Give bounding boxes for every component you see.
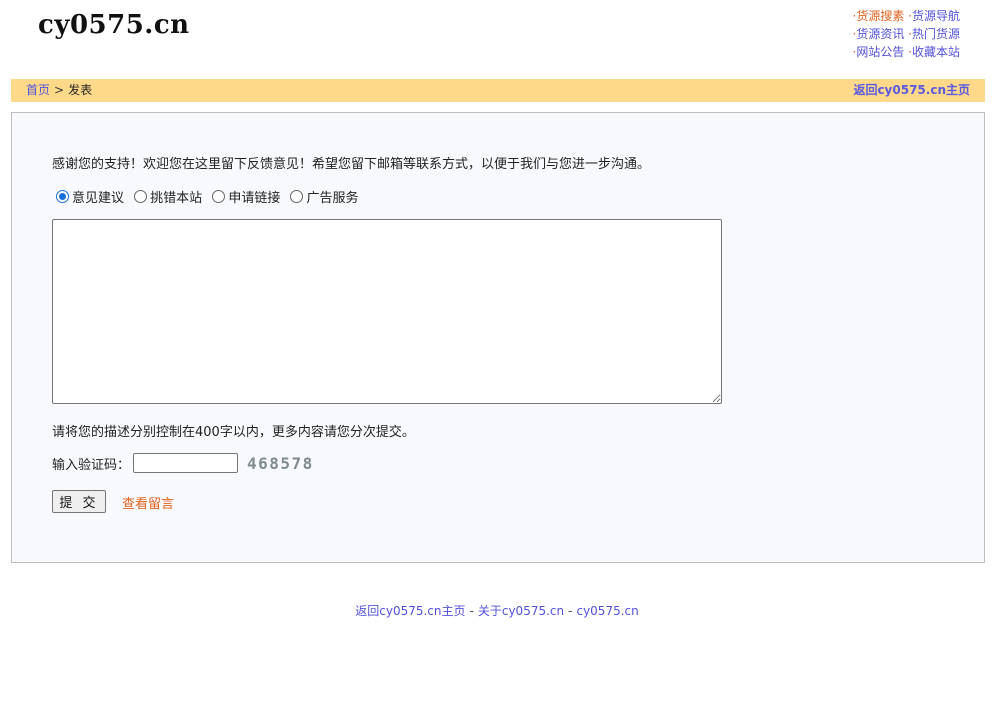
footer-link-about[interactable]: 关于cy0575.cn [478, 604, 564, 618]
submit-button[interactable]: 提 交 [52, 490, 106, 513]
radio-label: 意见建议 [72, 191, 125, 206]
length-note: 请将您的描述分别控制在400字以内，更多内容请您分次提交。 [52, 425, 415, 440]
footer-separator: - [568, 604, 573, 618]
footer-link-site[interactable]: cy0575.cn [576, 604, 638, 618]
header: cy0575.cn ·货源搜素 ·货源导航 ·货源资讯 ·热门货源 ·网站公告 … [0, 0, 994, 78]
link-hot-goods[interactable]: 热门货源 [912, 27, 960, 41]
link-goods-news[interactable]: 货源资讯 [856, 27, 904, 41]
top-links-row: ·货源资讯 ·热门货源 [852, 27, 960, 41]
radio-button-checked[interactable] [56, 190, 69, 203]
top-links-row: ·货源搜素 ·货源导航 [852, 9, 960, 23]
footer: 返回cy0575.cn主页 - 关于cy0575.cn - cy0575.cn [0, 602, 994, 619]
radio-label: 广告服务 [306, 191, 359, 206]
breadcrumb-separator: > [54, 83, 65, 97]
breadcrumb-current: 发表 [68, 83, 93, 97]
captcha-label: 输入验证码： [52, 457, 131, 473]
footer-link-home[interactable]: 返回cy0575.cn主页 [355, 604, 465, 618]
radio-button[interactable] [134, 190, 148, 203]
captcha-row: 输入验证码： 468578 [52, 453, 314, 473]
link-bookmark-site[interactable]: 收藏本站 [912, 45, 960, 59]
view-messages-link[interactable]: 查看留言 [122, 493, 174, 512]
link-search-goods[interactable]: 货源搜素 [856, 9, 904, 23]
breadcrumb: 首页 > 发表 [26, 79, 92, 102]
radio-button[interactable] [212, 190, 226, 203]
radio-button[interactable] [290, 190, 304, 203]
radio-option-apply-link[interactable]: 申请链接 [212, 187, 280, 206]
site-logo[interactable]: cy0575.cn [38, 10, 190, 40]
intro-text: 感谢您的支持！欢迎您在这里留下反馈意见！希望您留下邮箱等联系方式，以便于我们与您… [52, 157, 651, 172]
captcha-image[interactable]: 468578 [247, 454, 314, 473]
message-textarea[interactable] [52, 219, 722, 404]
top-links: ·货源搜素 ·货源导航 ·货源资讯 ·热门货源 ·网站公告 ·收藏本站 [852, 7, 960, 61]
breadcrumb-home-link[interactable]: 首页 [26, 83, 50, 97]
return-home-link[interactable]: 返回cy0575.cn主页 [853, 79, 970, 102]
radio-option-ad-service[interactable]: 广告服务 [290, 187, 358, 206]
top-links-row: ·网站公告 ·收藏本站 [852, 45, 960, 59]
captcha-input[interactable] [133, 453, 239, 473]
breadcrumb-bar: 首页 > 发表 返回cy0575.cn主页 [11, 79, 985, 102]
radio-label: 申请链接 [228, 191, 281, 206]
link-site-notice[interactable]: 网站公告 [856, 45, 904, 59]
feedback-type-radios: 意见建议 挑错本站 申请链接 广告服务 [56, 187, 364, 207]
radio-option-suggestion[interactable]: 意见建议 [56, 187, 124, 206]
footer-separator: - [469, 604, 474, 618]
radio-label: 挑错本站 [150, 191, 203, 206]
feedback-panel: 感谢您的支持！欢迎您在这里留下反馈意见！希望您留下邮箱等联系方式，以便于我们与您… [11, 112, 985, 563]
link-goods-nav[interactable]: 货源导航 [912, 9, 960, 23]
radio-option-report-error[interactable]: 挑错本站 [134, 187, 202, 206]
